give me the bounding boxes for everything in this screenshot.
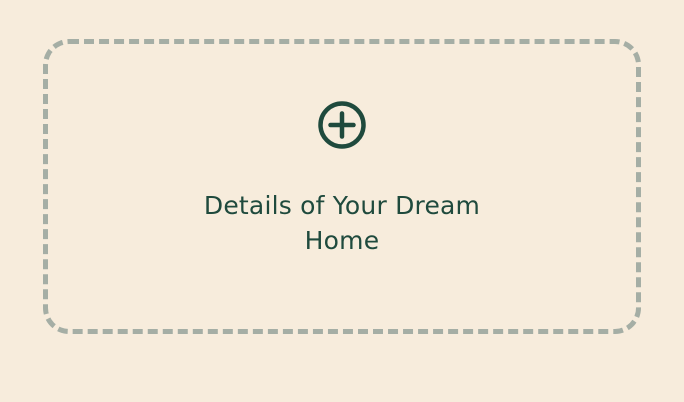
- plus-circle-icon: [317, 100, 367, 150]
- card-label: Details of Your Dream Home: [203, 190, 481, 255]
- add-dream-home-details-card[interactable]: Details of Your Dream Home: [43, 39, 641, 334]
